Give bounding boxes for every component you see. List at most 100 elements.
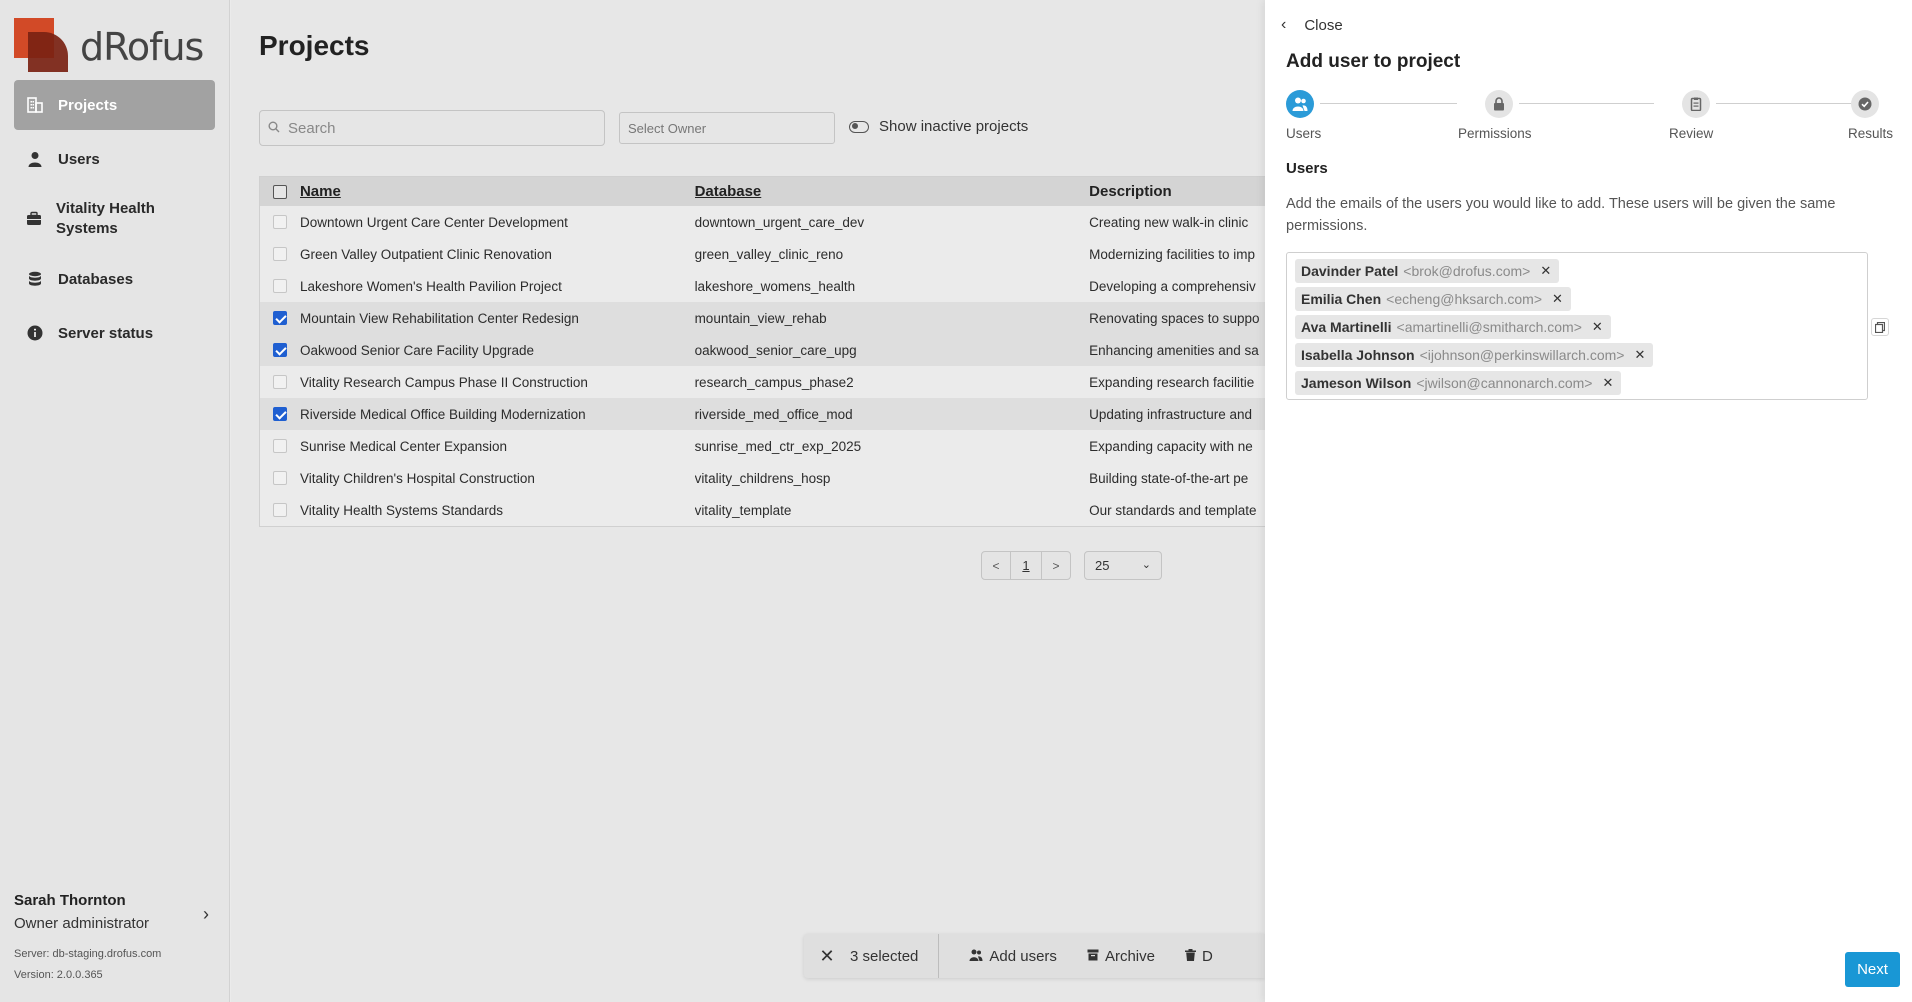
project-name[interactable]: Vitality Children's Hospital Constructio… xyxy=(300,471,695,486)
sidebar-item-label: Server status xyxy=(58,324,154,342)
table-row[interactable]: Downtown Urgent Care Center Development d… xyxy=(260,206,1265,238)
current-user[interactable]: Sarah Thornton Owner administrator › Ser… xyxy=(14,892,215,986)
project-database: vitality_template xyxy=(694,502,792,518)
sidebar-item-users[interactable]: Users xyxy=(14,134,215,184)
table-row[interactable]: Vitality Children's Hospital Constructio… xyxy=(260,462,1265,494)
database-icon xyxy=(26,270,44,288)
column-header-name[interactable]: Name xyxy=(300,183,695,200)
selection-action-bar: ✕ 3 selected Add users Archive D xyxy=(804,934,1265,978)
row-checkbox[interactable] xyxy=(272,215,287,229)
page-number[interactable]: 1 xyxy=(1011,551,1041,580)
table-row[interactable]: Vitality Research Campus Phase II Constr… xyxy=(260,366,1265,398)
sidebar-item-databases[interactable]: Databases xyxy=(14,254,215,304)
email-input[interactable]: Davinder Patel <brok@drofus.com> ✕ Emilia C… xyxy=(1286,252,1868,400)
search-input[interactable]: Search xyxy=(259,110,605,146)
project-database: oakwood_senior_care_upg xyxy=(694,342,857,358)
chevron-right-icon[interactable]: › xyxy=(203,904,209,925)
toggle-label: Show inactive projects xyxy=(879,118,1029,135)
project-name[interactable]: Vitality Research Campus Phase II Constr… xyxy=(300,375,695,390)
sidebar-item-projects[interactable]: Projects xyxy=(14,80,215,130)
close-label: Close xyxy=(1304,16,1343,34)
project-name[interactable]: Lakeshore Women's Health Pavilion Projec… xyxy=(300,279,695,294)
select-all-checkbox[interactable] xyxy=(272,184,287,199)
section-title: Users xyxy=(1286,160,1328,177)
table-row[interactable]: Sunrise Medical Center Expansion sunrise_… xyxy=(260,430,1265,462)
projects-table: Name Database Description Downtown Urgen… xyxy=(259,176,1265,527)
project-name[interactable]: Sunrise Medical Center Expansion xyxy=(300,439,695,454)
page-size-select[interactable]: 25 ⌄ xyxy=(1084,551,1162,580)
step-label-results: Results xyxy=(1848,126,1894,141)
archive-button[interactable]: Archive xyxy=(1087,948,1155,965)
row-checkbox[interactable] xyxy=(272,471,287,485)
row-checkbox[interactable] xyxy=(272,247,287,261)
step-review[interactable] xyxy=(1682,90,1710,118)
remove-chip-icon[interactable]: ✕ xyxy=(1602,375,1613,391)
project-database: mountain_view_rehab xyxy=(694,310,827,326)
delete-button[interactable]: D xyxy=(1184,948,1213,965)
step-permissions[interactable] xyxy=(1485,90,1513,118)
project-name[interactable]: Downtown Urgent Care Center Development xyxy=(300,215,695,230)
add-users-label: Add users xyxy=(989,947,1057,965)
project-database: sunrise_med_ctr_exp_2025 xyxy=(694,438,862,454)
step-label-review: Review xyxy=(1669,126,1714,141)
close-icon[interactable]: ✕ xyxy=(804,946,850,967)
sidebar-item-vitality-health-systems[interactable]: Vitality Health Systems xyxy=(14,188,215,250)
wizard-stepper: Users Permissions Review Results xyxy=(1286,90,1893,150)
users-icon xyxy=(1292,97,1308,111)
table-row[interactable]: Green Valley Outpatient Clinic Renovatio… xyxy=(260,238,1265,270)
prev-page-button[interactable]: < xyxy=(981,551,1011,580)
pagination: < 1 > xyxy=(981,551,1071,580)
remove-chip-icon[interactable]: ✕ xyxy=(1540,263,1551,279)
chevron-down-icon: ⌄ xyxy=(1141,559,1151,571)
project-name[interactable]: Vitality Health Systems Standards xyxy=(300,503,695,518)
briefcase-icon xyxy=(26,210,42,228)
chip-name: Jameson Wilson xyxy=(1301,375,1412,391)
table-row[interactable]: Oakwood Senior Care Facility Upgrade oakw… xyxy=(260,334,1265,366)
user-chip: Isabella Johnson <ijohnson@perkinswillarc… xyxy=(1295,343,1654,367)
remove-chip-icon[interactable]: ✕ xyxy=(1552,291,1563,307)
archive-icon xyxy=(1087,948,1099,965)
chip-email: <echeng@hksarch.com> xyxy=(1386,291,1542,307)
step-results[interactable] xyxy=(1851,90,1879,118)
show-inactive-toggle[interactable]: Show inactive projects xyxy=(849,118,1028,135)
row-checkbox[interactable] xyxy=(272,439,287,453)
add-users-button[interactable]: Add users xyxy=(969,948,1057,965)
next-page-button[interactable]: > xyxy=(1041,551,1071,580)
row-checkbox[interactable] xyxy=(272,311,287,325)
step-label-users: Users xyxy=(1286,126,1322,141)
drofus-logo[interactable]: dRofus xyxy=(14,18,204,72)
close-panel-button[interactable]: ‹ Close xyxy=(1281,16,1343,34)
row-checkbox[interactable] xyxy=(272,375,287,389)
row-checkbox[interactable] xyxy=(272,343,287,357)
column-header-database[interactable]: Database xyxy=(695,183,1090,200)
owner-select[interactable]: Select Owner xyxy=(619,112,835,144)
chip-email: <brok@drofus.com> xyxy=(1403,263,1531,279)
table-row[interactable]: Riverside Medical Office Building Modern… xyxy=(260,398,1265,430)
remove-chip-icon[interactable]: ✕ xyxy=(1634,347,1645,363)
user-chip: Emilia Chen <echeng@hksarch.com> ✕ xyxy=(1295,287,1571,311)
search-placeholder: Search xyxy=(288,119,336,137)
toggle-switch-icon[interactable] xyxy=(849,120,869,133)
row-checkbox[interactable] xyxy=(272,279,287,293)
row-checkbox[interactable] xyxy=(272,503,287,517)
sidebar-item-server-status[interactable]: Server status xyxy=(14,308,215,358)
project-name[interactable]: Green Valley Outpatient Clinic Renovatio… xyxy=(300,247,695,262)
user-chip: Davinder Patel <brok@drofus.com> ✕ xyxy=(1295,259,1560,283)
table-row[interactable]: Mountain View Rehabilitation Center Rede… xyxy=(260,302,1265,334)
copy-icon[interactable] xyxy=(1871,318,1889,336)
table-row[interactable]: Lakeshore Women's Health Pavilion Projec… xyxy=(260,270,1265,302)
project-name[interactable]: Mountain View Rehabilitation Center Rede… xyxy=(300,311,695,326)
step-users[interactable] xyxy=(1286,90,1314,118)
sidebar-item-label: Vitality Health Systems xyxy=(56,200,155,237)
step-label-permissions: Permissions xyxy=(1458,126,1532,141)
project-database: vitality_childrens_hosp xyxy=(694,470,831,486)
server-info: Server: db-staging.drofus.com Version: 2… xyxy=(14,944,215,986)
user-chip: Ava Martinelli <amartinelli@smitharch.com… xyxy=(1295,315,1611,339)
project-name[interactable]: Riverside Medical Office Building Modern… xyxy=(300,407,695,422)
row-checkbox[interactable] xyxy=(272,407,287,421)
project-name[interactable]: Oakwood Senior Care Facility Upgrade xyxy=(300,343,695,358)
remove-chip-icon[interactable]: ✕ xyxy=(1592,319,1603,335)
table-row[interactable]: Vitality Health Systems Standards vitalit… xyxy=(260,494,1265,526)
info-icon xyxy=(26,324,44,342)
next-button[interactable]: Next xyxy=(1845,952,1900,987)
